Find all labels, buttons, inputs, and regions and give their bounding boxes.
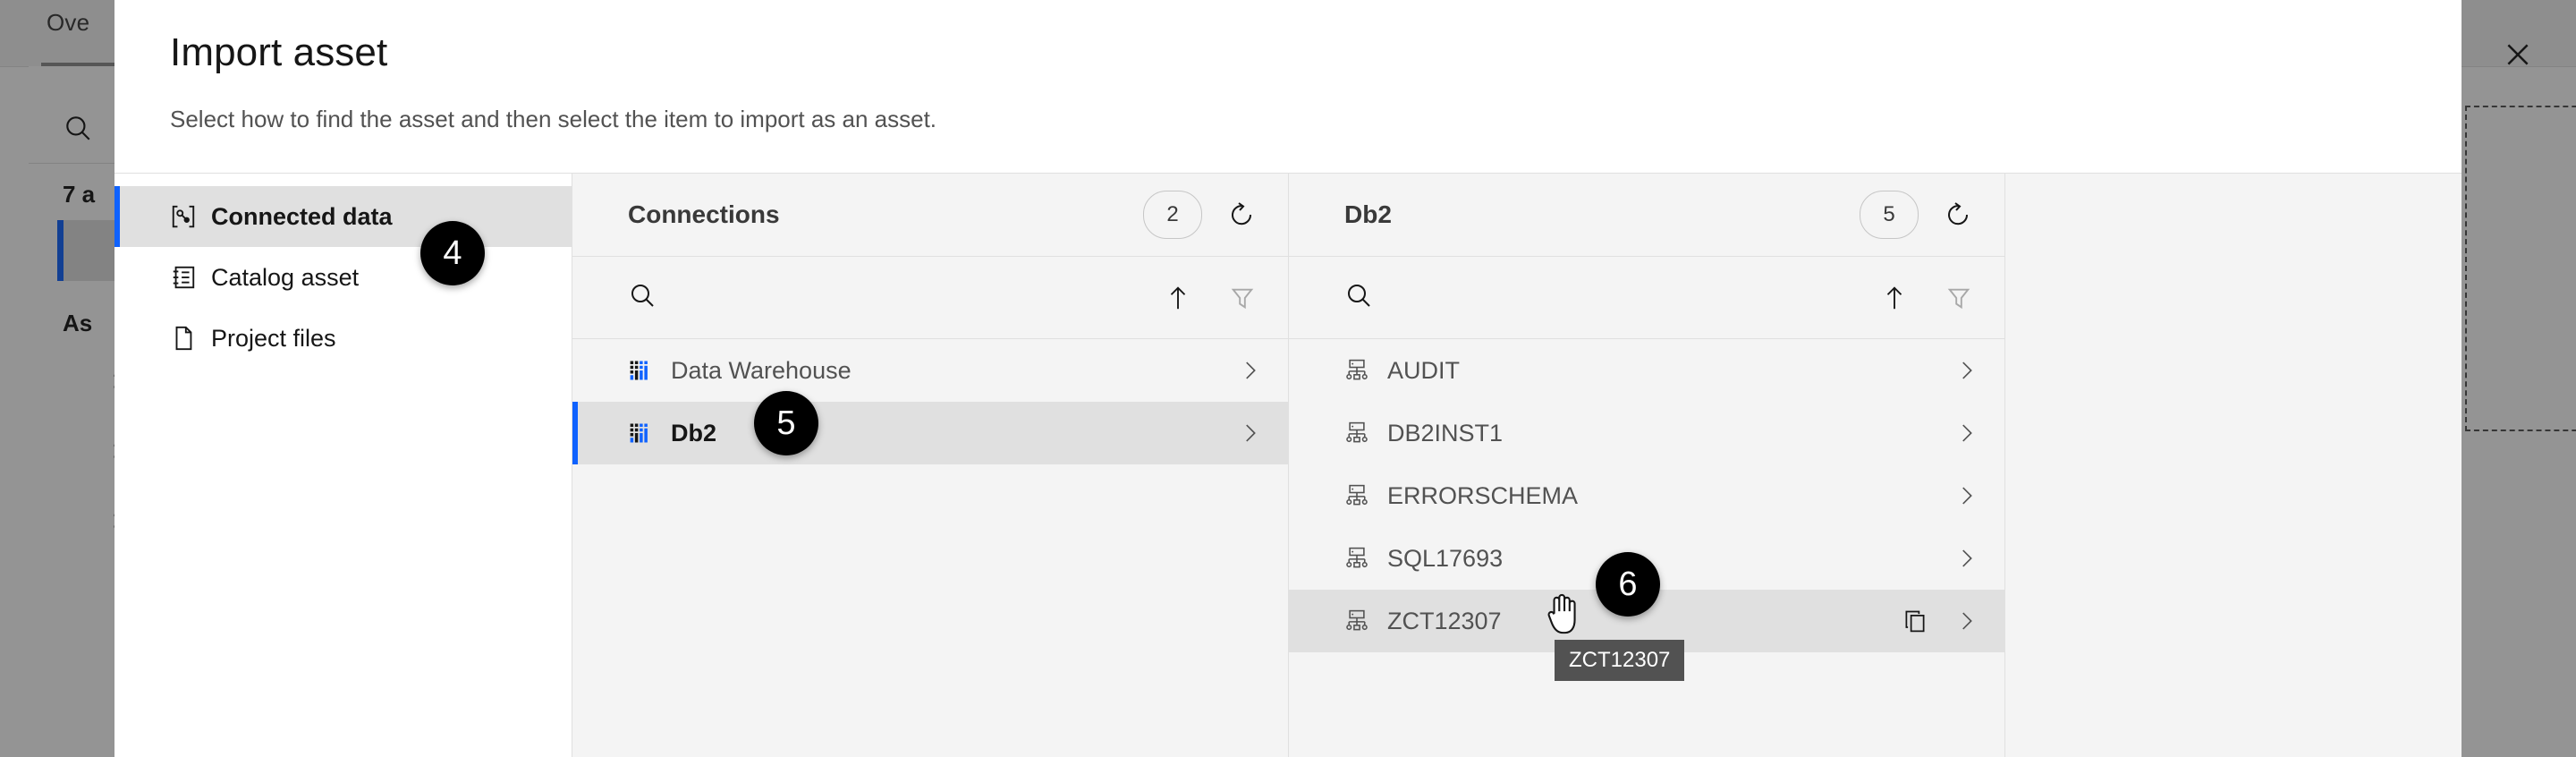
connected-data-icon <box>170 203 211 230</box>
chevron-right-icon[interactable] <box>1954 484 1978 507</box>
search-icon[interactable] <box>1344 281 1373 314</box>
step-badge-4: 4 <box>420 221 485 285</box>
tooltip-content: ZCT12307 <box>1555 640 1685 681</box>
sidebar-item-label: Catalog asset <box>211 263 360 291</box>
sidebar-item-connected-data[interactable]: Connected data <box>114 186 572 247</box>
list-item-label: Data Warehouse <box>671 356 852 384</box>
connection-icon <box>628 421 671 446</box>
connections-column-header: Connections 2 <box>572 174 1288 257</box>
chevron-right-icon[interactable] <box>1954 609 1978 633</box>
page-title: Import asset <box>170 30 388 74</box>
connections-toolbar <box>572 257 1288 339</box>
column-title: Connections <box>628 200 780 228</box>
list-item[interactable]: Db2 <box>572 402 1288 464</box>
chevron-right-icon[interactable] <box>1238 421 1261 445</box>
connections-count-badge[interactable]: 2 <box>1143 191 1202 239</box>
sidebar-item-label: Connected data <box>211 202 393 230</box>
connections-column: Connections 2 Data Warehouse Db2 <box>572 174 1288 757</box>
column-title: Db2 <box>1344 200 1392 228</box>
copy-icon[interactable] <box>1902 608 1928 634</box>
db2-count-badge[interactable]: 5 <box>1860 191 1919 239</box>
list-item[interactable]: DB2INST1 <box>1289 402 2004 464</box>
refresh-icon[interactable] <box>1944 200 1972 229</box>
schema-icon <box>1344 608 1387 634</box>
search-icon[interactable] <box>628 281 657 314</box>
import-asset-modal: Import asset Select how to find the asse… <box>114 0 2462 757</box>
catalog-asset-icon <box>170 264 211 291</box>
list-item-label: AUDIT <box>1387 356 1460 384</box>
sidebar-item-label: Project files <box>211 324 336 352</box>
db2-column-header: Db2 5 <box>1289 174 2004 257</box>
step-badge-6: 6 <box>1596 552 1660 617</box>
schema-icon <box>1344 358 1387 383</box>
chevron-right-icon[interactable] <box>1954 547 1978 570</box>
list-item-label: DB2INST1 <box>1387 419 1504 447</box>
sort-ascending-icon[interactable] <box>1165 284 1191 312</box>
modal-header: Import asset Select how to find the asse… <box>114 0 2462 174</box>
sort-ascending-icon[interactable] <box>1881 284 1908 312</box>
filter-icon[interactable] <box>1229 284 1256 312</box>
sidebar-item-catalog-asset[interactable]: Catalog asset <box>114 247 572 308</box>
chevron-right-icon[interactable] <box>1954 359 1978 382</box>
schema-icon <box>1344 421 1387 446</box>
db2-toolbar <box>1289 257 2004 339</box>
sidebar-item-project-files[interactable]: Project files <box>114 308 572 369</box>
close-icon[interactable] <box>2490 27 2546 82</box>
mouse-cursor <box>1545 591 1586 643</box>
import-source-nav: Connected data Catalog asset Project fil… <box>114 174 572 757</box>
project-files-icon <box>170 325 211 352</box>
schema-icon <box>1344 546 1387 571</box>
list-item[interactable]: AUDIT <box>1289 339 2004 402</box>
list-item-label: ERRORSCHEMA <box>1387 481 1579 509</box>
step-badge-5: 5 <box>754 391 818 455</box>
schema-icon <box>1344 483 1387 508</box>
list-item-label: SQL17693 <box>1387 544 1504 572</box>
chevron-right-icon[interactable] <box>1954 421 1978 445</box>
connection-icon <box>628 358 671 383</box>
refresh-icon[interactable] <box>1227 200 1256 229</box>
list-item[interactable]: ERRORSCHEMA <box>1289 464 2004 527</box>
filter-icon[interactable] <box>1945 284 1972 312</box>
chevron-right-icon[interactable] <box>1238 359 1261 382</box>
modal-subtitle: Select how to find the asset and then se… <box>170 106 937 132</box>
empty-detail-column <box>2004 174 2462 757</box>
list-item[interactable]: Data Warehouse <box>572 339 1288 402</box>
